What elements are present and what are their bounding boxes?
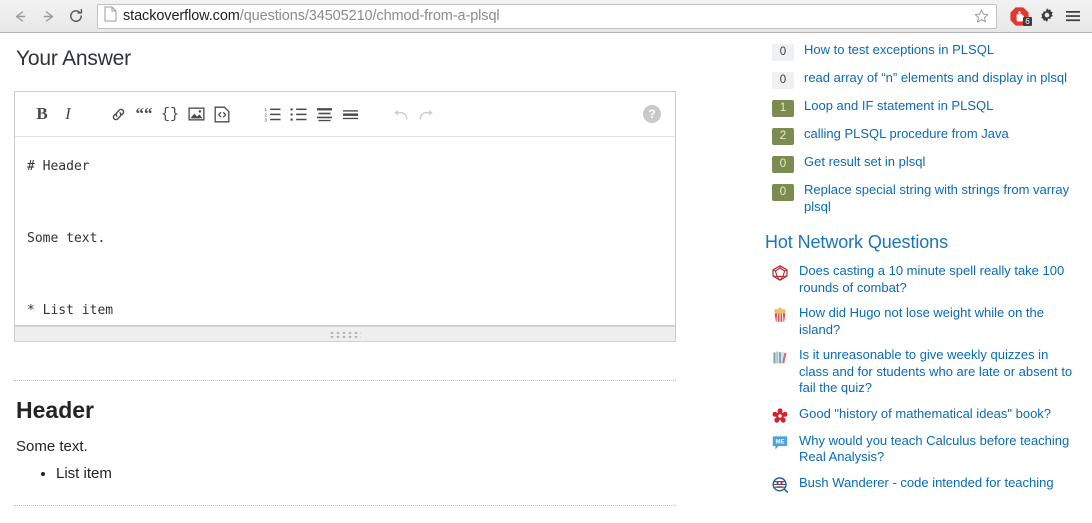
hot-question-item[interactable]: ME Why would you teach Calculus before t… xyxy=(765,433,1080,466)
back-button[interactable] xyxy=(6,2,34,30)
preview-heading: Header xyxy=(16,397,94,423)
heading-button[interactable] xyxy=(311,101,337,127)
bold-button[interactable]: B xyxy=(29,101,55,127)
svg-text:1: 1 xyxy=(264,107,267,113)
url-text: stackoverflow.com/questions/34505210/chm… xyxy=(123,9,970,24)
related-question-link[interactable]: Replace special string with strings from… xyxy=(804,181,1080,215)
hot-question-link[interactable]: Is it unreasonable to give weekly quizze… xyxy=(799,347,1080,397)
related-question-item[interactable]: 0 Replace special string with strings fr… xyxy=(765,181,1080,215)
url-path: /questions/34505210/chmod-from-a-plsql xyxy=(239,8,500,24)
related-question-item[interactable]: 0 Get result set in plsql xyxy=(765,153,1080,173)
math-educators-icon: ME xyxy=(772,435,788,451)
related-question-link[interactable]: Get result set in plsql xyxy=(804,153,925,171)
hot-question-item[interactable]: How did Hugo not lose weight while on th… xyxy=(765,305,1080,338)
numbered-list-button[interactable]: 123 xyxy=(259,101,285,127)
hot-question-link[interactable]: Good "history of mathematical ideas" boo… xyxy=(799,406,1051,423)
horizontal-rule-button[interactable] xyxy=(337,101,363,127)
your-answer-heading: Your Answer xyxy=(16,47,131,70)
sidebar: 0 How to test exceptions in PLSQL 0 read… xyxy=(765,33,1080,502)
image-button[interactable] xyxy=(183,101,209,127)
vote-badge: 1 xyxy=(772,100,794,117)
vote-badge: 0 xyxy=(772,156,794,173)
address-bar[interactable]: stackoverflow.com/questions/34505210/chm… xyxy=(97,3,997,29)
editor-help-icon[interactable]: ? xyxy=(643,105,661,123)
browser-toolbar: stackoverflow.com/questions/34505210/chm… xyxy=(0,0,1092,33)
svg-text:2: 2 xyxy=(264,112,267,118)
blockquote-button[interactable]: ““ xyxy=(131,101,157,127)
editor-resize-grip[interactable] xyxy=(14,326,676,342)
red-flower-icon xyxy=(772,407,788,424)
preview-list-item: List item xyxy=(56,465,674,482)
hot-network-questions-heading: Hot Network Questions xyxy=(765,232,948,252)
related-question-link[interactable]: Loop and IF statement in PLSQL xyxy=(804,97,993,115)
vote-badge: 2 xyxy=(772,128,794,145)
adblock-badge-count: 6 xyxy=(1023,16,1032,26)
page-body: Your Answer B I ““ {} 123 ? # Header Som… xyxy=(0,33,1092,523)
code-button[interactable]: {} xyxy=(157,101,183,127)
related-question-link[interactable]: How to test exceptions in PLSQL xyxy=(804,41,994,59)
settings-gear-icon[interactable] xyxy=(1034,7,1060,25)
reload-button[interactable] xyxy=(62,2,90,30)
hot-question-item[interactable]: Does casting a 10 minute spell really ta… xyxy=(765,263,1080,296)
related-question-item[interactable]: 1 Loop and IF statement in PLSQL xyxy=(765,97,1080,117)
markdown-preview: Header Some text. List item xyxy=(14,381,676,482)
adblock-extension-button[interactable]: 6 xyxy=(1004,6,1034,27)
italic-button[interactable]: I xyxy=(55,101,81,127)
related-question-item[interactable]: 2 calling PLSQL procedure from Java xyxy=(765,125,1080,145)
markdown-input[interactable]: # Header Some text. * List item xyxy=(15,137,675,325)
hot-question-item[interactable]: Bush Wanderer - code intended for teachi… xyxy=(765,475,1080,493)
hot-question-item[interactable]: Is it unreasonable to give weekly quizze… xyxy=(765,347,1080,397)
bookmark-star-icon[interactable] xyxy=(970,8,992,25)
hot-question-link[interactable]: Bush Wanderer - code intended for teachi… xyxy=(799,475,1054,492)
svg-text:3: 3 xyxy=(264,117,267,122)
markdown-editor: B I ““ {} 123 ? # Header Some text. * Li… xyxy=(14,91,676,326)
related-question-link[interactable]: read array of “n” elements and display i… xyxy=(804,69,1067,87)
books-icon xyxy=(772,349,788,365)
related-question-link[interactable]: calling PLSQL procedure from Java xyxy=(804,125,1009,143)
resize-grip-dots xyxy=(329,330,361,338)
link-button[interactable] xyxy=(105,101,131,127)
hot-question-link[interactable]: How did Hugo not lose weight while on th… xyxy=(799,305,1080,338)
code-review-icon xyxy=(772,476,789,493)
related-question-item[interactable]: 0 read array of “n” elements and display… xyxy=(765,69,1080,89)
browser-menu-icon[interactable] xyxy=(1060,8,1086,24)
rpg-d20-icon xyxy=(772,265,788,281)
vote-badge: 0 xyxy=(772,184,794,201)
svg-text:ME: ME xyxy=(776,439,785,445)
code-snippet-button[interactable] xyxy=(209,101,235,127)
document-icon xyxy=(104,6,117,27)
bulleted-list-button[interactable] xyxy=(285,101,311,127)
vote-badge: 0 xyxy=(772,44,794,61)
related-question-item[interactable]: 0 How to test exceptions in PLSQL xyxy=(765,41,1080,61)
forward-button[interactable] xyxy=(34,2,62,30)
preview-bottom-divider xyxy=(14,505,676,506)
editor-toolbar: B I ““ {} 123 ? xyxy=(15,92,675,137)
popcorn-icon xyxy=(772,307,788,323)
hot-question-link[interactable]: Does casting a 10 minute spell really ta… xyxy=(799,263,1080,296)
vote-badge: 0 xyxy=(772,72,794,89)
hot-question-item[interactable]: Good "history of mathematical ideas" boo… xyxy=(765,406,1080,424)
preview-paragraph: Some text. xyxy=(16,438,88,455)
undo-button[interactable] xyxy=(387,101,413,127)
answer-column: Your Answer B I ““ {} 123 ? # Header Som… xyxy=(0,33,690,506)
hot-question-link[interactable]: Why would you teach Calculus before teac… xyxy=(799,433,1080,466)
url-host: stackoverflow.com xyxy=(123,8,240,24)
redo-button[interactable] xyxy=(413,101,439,127)
preview-list: List item xyxy=(16,465,674,482)
